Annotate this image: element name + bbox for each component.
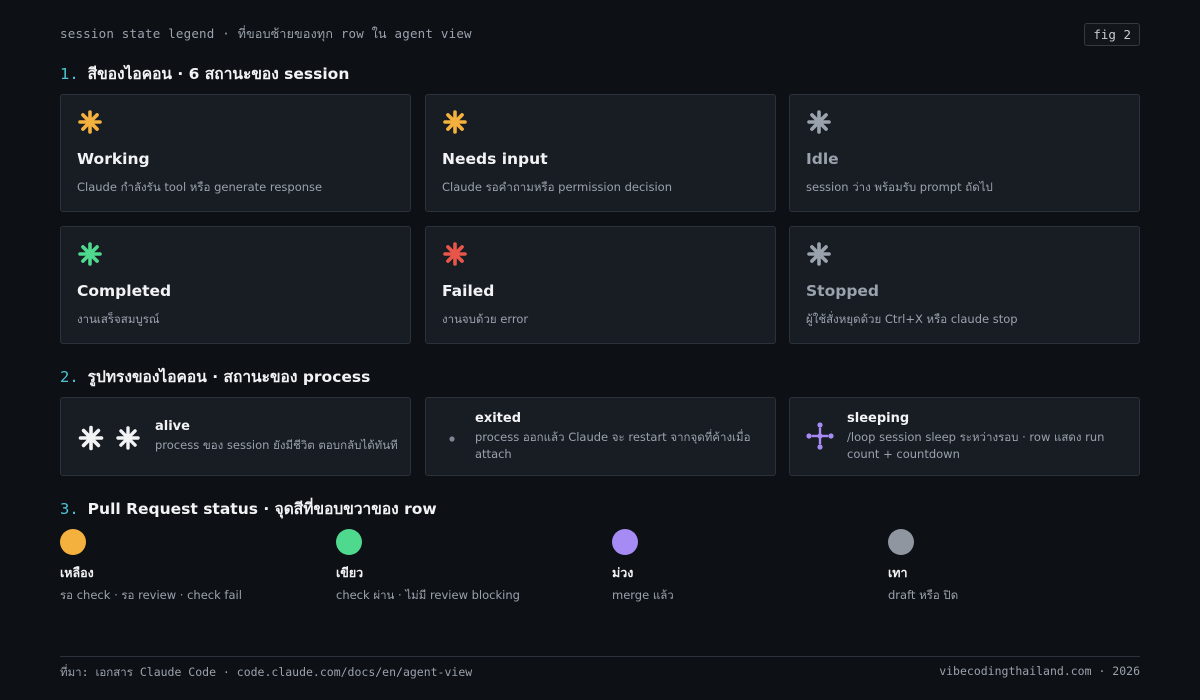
status-dot (60, 529, 86, 555)
process-desc: /loop session sleep ระหว่างรอบ · row แสด… (847, 430, 1105, 461)
state-card-needs-input: Needs input Claude รอคำถามหรือ permissio… (425, 94, 776, 212)
sparkle-icon (806, 422, 834, 450)
state-card-stopped: Stopped ผู้ใช้สั่งหยุดด้วย Ctrl+X หรือ c… (789, 226, 1140, 344)
state-name: Failed (442, 282, 495, 300)
state-name: Needs input (442, 150, 548, 168)
state-desc: Claude กำลังรัน tool หรือ generate respo… (77, 180, 323, 194)
state-desc: Claude รอคำถามหรือ permission decision (442, 180, 673, 194)
asterisk-icon (443, 110, 467, 134)
asterisk-icon (807, 110, 831, 134)
state-desc: session ว่าง พร้อมรับ prompt ถัดไป (806, 180, 993, 194)
state-desc: งานเสร็จสมบูรณ์ (77, 312, 160, 326)
section-number: 2. (60, 367, 79, 386)
asterisk-icon (78, 110, 102, 134)
process-card-sleeping: sleeping /loop session sleep ระหว่างรอบ … (789, 397, 1140, 476)
state-desc: งานจบด้วย error (442, 312, 529, 326)
footer-divider (60, 656, 1140, 657)
asterisk-icon (78, 242, 102, 266)
process-desc: process ของ session ยังมีชีวิต ตอบกลับได… (155, 438, 398, 452)
section-label: Pull Request status · จุดสีที่ขอบขวาของ … (87, 500, 437, 518)
pr-status-name: เหลือง (60, 565, 94, 580)
pr-status-desc: merge แล้ว (612, 588, 674, 602)
section-title-pr-status: 3. Pull Request status · จุดสีที่ขอบขวาข… (60, 496, 437, 521)
section-title-icon-colors: 1. สีของไอคอน · 6 สถานะของ session (60, 61, 349, 86)
section-number: 1. (60, 64, 79, 83)
source-note: ที่มา: เอกสาร Claude Code · code.claude.… (60, 665, 473, 679)
process-name: exited (475, 411, 521, 426)
fig-badge: fig 2 (1084, 22, 1140, 46)
pr-status-green: เขียว check ผ่าน · ไม่มี review blocking (336, 529, 596, 605)
section-number: 3. (60, 499, 79, 518)
asterisk-pulse-icon (78, 425, 140, 451)
state-name: Idle (806, 150, 839, 168)
header: session state legend · ที่ขอบซ้ายของทุก … (60, 22, 1140, 46)
state-card-working: Working Claude กำลังรัน tool หรือ genera… (60, 94, 411, 212)
pr-status-purple: ม่วง merge แล้ว (612, 529, 872, 605)
process-name: alive (155, 419, 190, 434)
pr-status-yellow: เหลือง รอ check · รอ review · check fail (60, 529, 320, 605)
pr-status-desc: draft หรือ ปิด (888, 588, 959, 602)
pr-status-name: เทา (888, 565, 908, 580)
process-name: sleeping (847, 411, 910, 426)
state-desc: ผู้ใช้สั่งหยุดด้วย Ctrl+X หรือ claude st… (806, 312, 1018, 326)
legend-title: session state legend · ที่ขอบซ้ายของทุก … (60, 26, 472, 41)
section-label: รูปทรงของไอคอน · สถานะของ process (87, 368, 371, 386)
section-label: สีของไอคอน · 6 สถานะของ session (87, 65, 350, 83)
state-card-failed: Failed งานจบด้วย error (425, 226, 776, 344)
state-name: Completed (77, 282, 172, 300)
dot-icon (449, 436, 455, 442)
pr-status-name: เขียว (336, 565, 364, 580)
pr-status-name: ม่วง (612, 565, 634, 580)
status-dot (612, 529, 638, 555)
status-dot (888, 529, 914, 555)
site-credit: vibecodingthailand.com · 2026 (939, 664, 1140, 678)
process-desc: process ออกแล้ว Claude จะ restart จากจุด… (475, 430, 751, 461)
state-name: Working (77, 150, 150, 168)
state-name: Stopped (806, 282, 880, 300)
pr-status-desc: รอ check · รอ review · check fail (60, 588, 242, 602)
pr-status-gray: เทา draft หรือ ปิด (888, 529, 1148, 605)
process-card-alive: alive process ของ session ยังมีชีวิต ตอบ… (60, 397, 411, 476)
state-card-idle: Idle session ว่าง พร้อมรับ prompt ถัดไป (789, 94, 1140, 212)
process-card-exited: exited process ออกแล้ว Claude จะ restart… (425, 397, 776, 476)
pr-status-desc: check ผ่าน · ไม่มี review blocking (336, 588, 520, 602)
asterisk-icon (443, 242, 467, 266)
asterisk-icon (807, 242, 831, 266)
footer: ที่มา: เอกสาร Claude Code · code.claude.… (60, 664, 1140, 682)
status-dot (336, 529, 362, 555)
section-title-icon-shapes: 2. รูปทรงของไอคอน · สถานะของ process (60, 364, 370, 389)
state-card-completed: Completed งานเสร็จสมบูรณ์ (60, 226, 411, 344)
